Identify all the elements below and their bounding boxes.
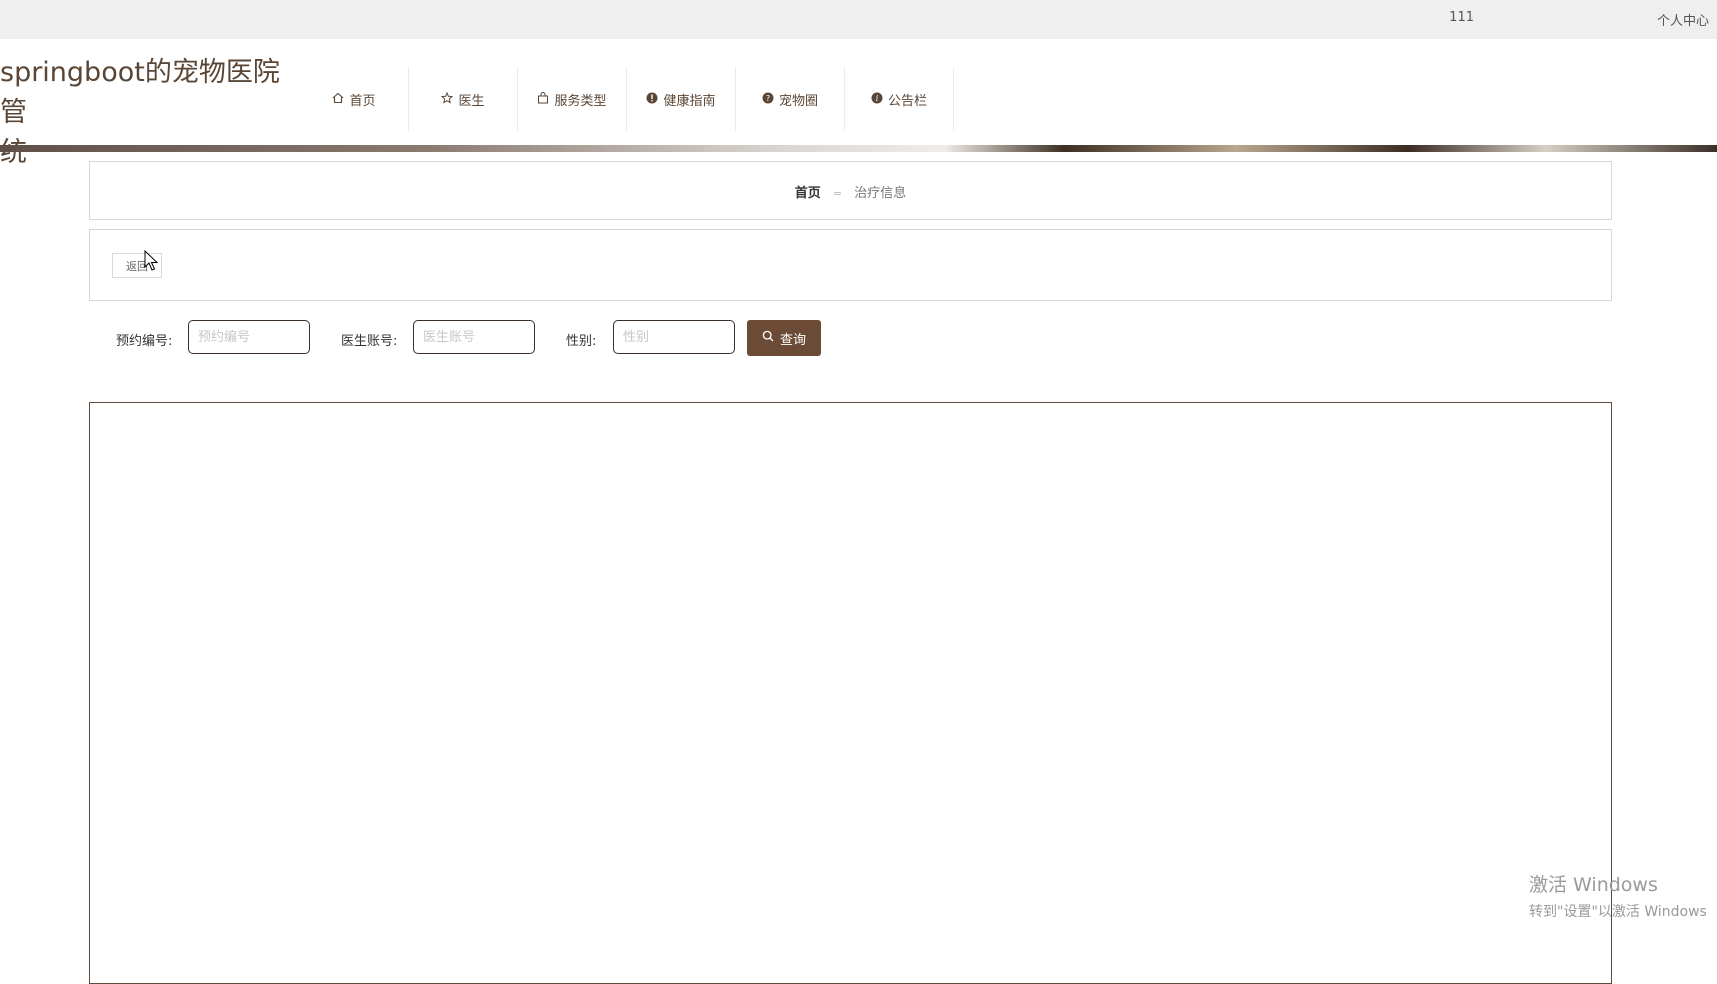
action-panel: 返回: [89, 229, 1612, 301]
nav-item-health-guide[interactable]: 健康指南: [627, 67, 736, 131]
search-label-doctor-account: 医生账号:: [341, 334, 398, 349]
search-button[interactable]: 查询: [747, 320, 821, 356]
breadcrumb: 首页 = 治疗信息: [90, 182, 1611, 201]
nav-label-notice: 公告栏: [887, 93, 927, 109]
svg-text:?: ?: [766, 94, 770, 103]
question-icon: ?: [762, 92, 774, 107]
search-form: 预约编号: 医生账号: 性别: 查询: [89, 320, 1089, 356]
nav-label-health-guide: 健康指南: [663, 93, 716, 109]
svg-text:i: i: [876, 94, 879, 103]
nav-item-pet-circle[interactable]: ? 宠物圈: [736, 67, 845, 131]
search-icon: [762, 330, 774, 346]
search-label-appointment-no: 预约编号:: [116, 334, 173, 349]
nav-item-notice[interactable]: i 公告栏: [845, 67, 954, 131]
breadcrumb-separator: =: [832, 187, 843, 200]
site-title: springboot的宠物医院管 统: [0, 53, 300, 173]
watermark-title: 激活 Windows: [1529, 874, 1658, 896]
doctor-account-input[interactable]: [413, 320, 535, 354]
nav-item-doctor[interactable]: 医生: [409, 67, 518, 131]
nav-label-service-type: 服务类型: [554, 93, 607, 109]
breadcrumb-current: 治疗信息: [854, 186, 907, 201]
search-button-label: 查询: [779, 332, 806, 348]
windows-activation-watermark: 激活 Windows 转到"设置"以激活 Windows: [1529, 870, 1707, 921]
bag-icon: [537, 91, 549, 107]
info-icon: i: [871, 92, 883, 107]
site-title-line1: springboot的宠物医院管: [0, 57, 280, 128]
mouse-cursor-icon: [144, 250, 159, 271]
search-label-gender: 性别:: [566, 334, 597, 349]
site-header: springboot的宠物医院管 统 首页 医生 服务类型 健康指南 ? 宠物圈…: [0, 39, 1717, 168]
exclamation-icon: [646, 92, 658, 107]
watermark-subtitle: 转到"设置"以激活 Windows: [1529, 904, 1707, 920]
nav-label-pet-circle: 宠物圈: [778, 93, 818, 109]
username-label: 111: [1449, 10, 1474, 25]
nav-label-home: 首页: [349, 93, 376, 109]
appointment-no-input[interactable]: [188, 320, 310, 354]
nav-item-service-type[interactable]: 服务类型: [518, 67, 627, 131]
breadcrumb-home[interactable]: 首页: [795, 186, 821, 201]
star-icon: [441, 91, 454, 107]
personal-center-link[interactable]: 个人中心: [1657, 10, 1709, 29]
main-nav: 首页 医生 服务类型 健康指南 ? 宠物圈 i 公告栏: [300, 67, 954, 131]
nav-item-home[interactable]: 首页: [300, 67, 409, 131]
results-table: [89, 402, 1612, 984]
gender-input[interactable]: [613, 320, 735, 354]
home-icon: [332, 92, 344, 107]
top-bar: 111 个人中心: [0, 0, 1717, 39]
breadcrumb-panel: 首页 = 治疗信息: [89, 161, 1612, 220]
banner-strip: [0, 145, 1717, 152]
nav-label-doctor: 医生: [458, 93, 485, 109]
